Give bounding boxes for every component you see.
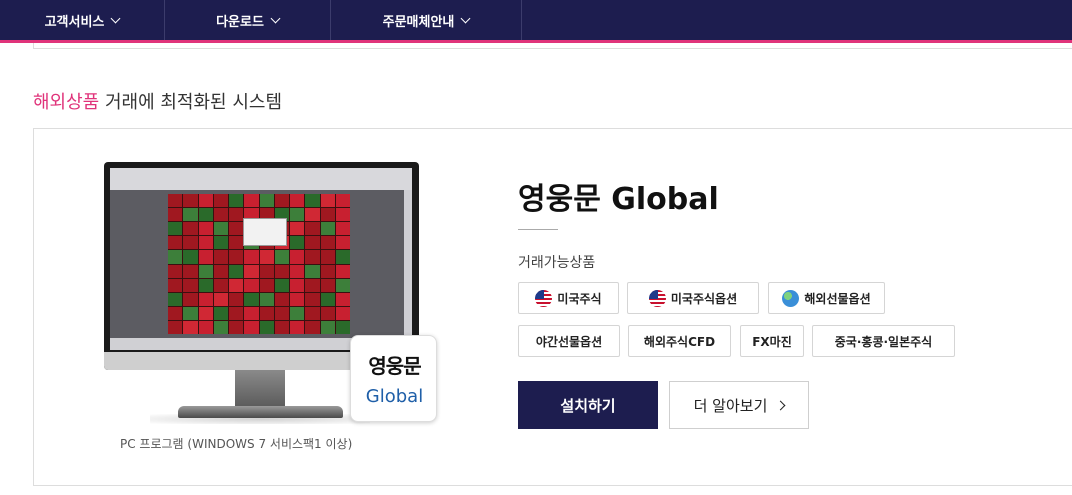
chevron-down-icon [270, 13, 281, 23]
install-button[interactable]: 설치하기 [518, 381, 658, 429]
dropdown-panel-edge [33, 43, 1072, 49]
chevron-down-icon [460, 13, 471, 23]
screen-popup [243, 218, 287, 246]
chip-fx-margin[interactable]: FX마진 [740, 325, 804, 357]
screen-toolbar [110, 168, 412, 190]
nav-customer-service[interactable]: 고객서비스 [0, 0, 165, 40]
monitor-stand-base [178, 406, 343, 418]
learn-more-label: 더 알아보기 [693, 396, 768, 415]
monitor-screen [110, 168, 412, 350]
globe-icon [782, 289, 800, 307]
chevron-right-icon [775, 400, 786, 410]
chip-label: 미국주식옵션 [670, 291, 738, 306]
us-flag-icon [535, 289, 553, 307]
section-title-rest: 거래에 최적화된 시스템 [99, 92, 283, 113]
product-name: 영웅문 Global [518, 182, 719, 217]
chip-overseas-cfd[interactable]: 해외주식CFD [628, 325, 731, 357]
us-flag-icon [648, 289, 666, 307]
chip-label: 중국·홍콩·일본주식 [834, 334, 933, 349]
chip-label: 야간선물옵션 [535, 334, 603, 349]
nav-order-media[interactable]: 주문매체안내 [331, 0, 522, 40]
chip-night-futures-options[interactable]: 야간선물옵션 [518, 325, 620, 357]
chip-label: FX마진 [752, 334, 792, 349]
nav-download[interactable]: 다운로드 [165, 0, 331, 40]
chip-us-stock-options[interactable]: 미국주식옵션 [627, 282, 759, 314]
chip-label: 해외주식CFD [643, 334, 716, 349]
screen-sidebar [404, 190, 412, 350]
pc-requirement-caption: PC 프로그램 (WINDOWS 7 서비스팩1 이상) [120, 437, 353, 451]
chip-us-stocks[interactable]: 미국주식 [518, 282, 619, 314]
chip-label: 미국주식 [557, 291, 602, 306]
learn-more-button[interactable]: 더 알아보기 [669, 381, 809, 429]
title-divider [518, 229, 558, 230]
chip-overseas-futures-options[interactable]: 해외선물옵션 [768, 282, 885, 314]
chevron-down-icon [110, 13, 121, 23]
nav-label: 주문매체안내 [382, 14, 455, 30]
chip-label: 해외선물옵션 [804, 291, 871, 306]
nav-label: 고객서비스 [44, 14, 105, 30]
section-title: 해외상품 거래에 최적화된 시스템 [33, 88, 282, 114]
app-logo: 영웅문 Global [350, 335, 437, 422]
monitor-stand-neck [235, 370, 285, 408]
nav-label: 다운로드 [216, 14, 264, 30]
app-logo-hangul: 영웅문 [368, 354, 421, 378]
tradable-products-label: 거래가능상품 [518, 255, 596, 271]
top-navigation: 고객서비스 다운로드 주문매체안내 [0, 0, 1072, 40]
chip-asia-stocks[interactable]: 중국·홍콩·일본주식 [812, 325, 955, 357]
screen-heatmap [168, 194, 350, 334]
app-logo-global: Global [365, 386, 424, 407]
section-title-accent: 해외상품 [33, 92, 100, 113]
